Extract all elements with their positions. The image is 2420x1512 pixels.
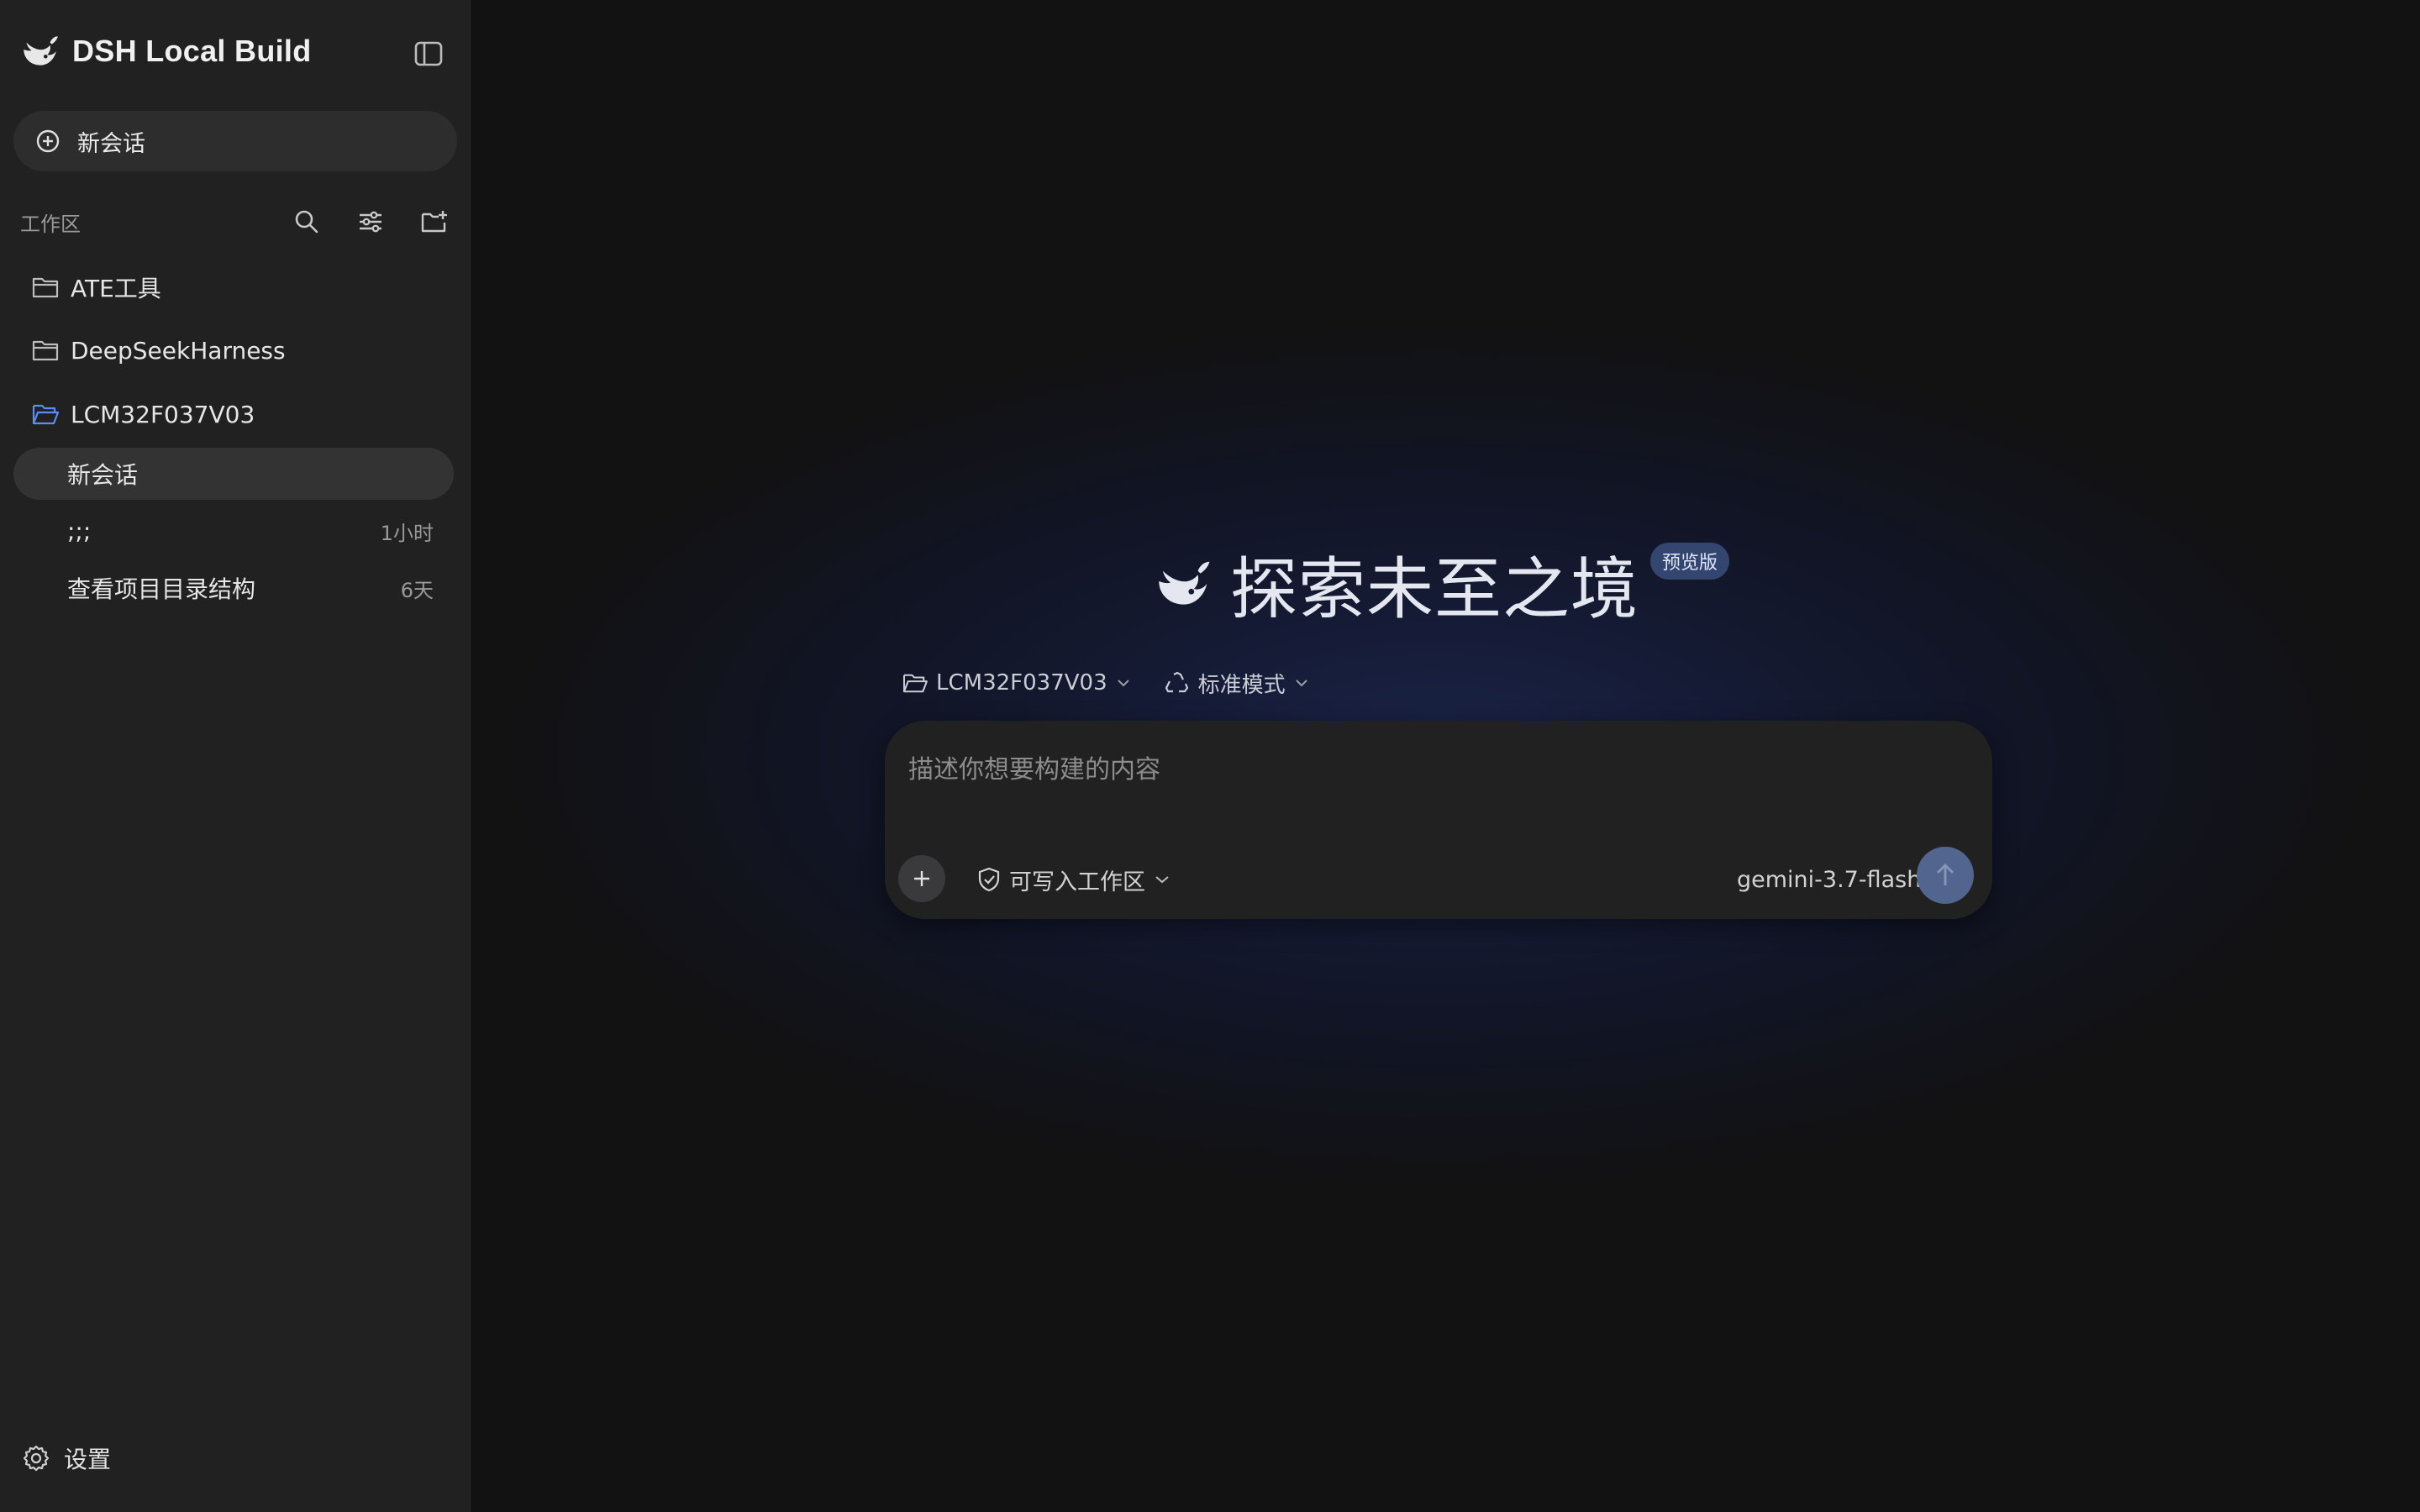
whale-logo-icon xyxy=(1159,561,1210,605)
hero: 探索未至之境 预览版 xyxy=(1151,538,1730,630)
session-item-active[interactable]: 新会话 xyxy=(13,448,454,500)
model-label: gemini-3.7-flash xyxy=(1737,866,1922,893)
new-chat-button[interactable]: 新会话 xyxy=(13,111,457,171)
brand: DSH Local Build xyxy=(18,30,312,72)
folder-name: ATE工具 xyxy=(71,275,161,302)
mode-selector-label: 标准模式 xyxy=(1197,672,1286,698)
folder-plus-icon xyxy=(421,211,447,233)
sidebar-toggle-button[interactable] xyxy=(410,37,447,71)
folder-open-icon xyxy=(902,674,928,693)
sidebar: DSH Local Build 新会话 工作区 ATE工具 DeepSeekHa… xyxy=(0,0,471,1512)
gear-icon xyxy=(23,1445,50,1472)
workspace-selector[interactable]: LCM32F037V03 xyxy=(902,670,1131,696)
workspace-selector-label: LCM32F037V03 xyxy=(936,670,1107,696)
settings-button[interactable]: 设置 xyxy=(22,1441,111,1475)
permission-selector[interactable]: 可写入工作区 xyxy=(977,862,1171,897)
workspace-toolbar xyxy=(287,205,454,239)
chevron-down-icon xyxy=(1295,680,1307,687)
folder-name: DeepSeekHarness xyxy=(71,336,286,365)
workspace-header: 工作区 xyxy=(20,205,454,239)
attach-button[interactable] xyxy=(898,855,945,902)
session-time: 6天 xyxy=(400,578,434,602)
arrow-up-icon xyxy=(1936,863,1954,885)
session-item[interactable]: ;;; 1小时 xyxy=(13,505,454,557)
session-title: ;;; xyxy=(67,517,92,545)
folder-item-lcm32f037v03[interactable]: LCM32F037V03 xyxy=(32,394,255,434)
permission-label: 可写入工作区 xyxy=(1009,869,1145,895)
send-button[interactable] xyxy=(1917,847,1974,904)
sliders-icon xyxy=(360,211,381,233)
session-title: 查看项目目录结构 xyxy=(67,575,256,603)
session-title: 新会话 xyxy=(67,461,139,489)
main-panel: 探索未至之境 预览版 LCM32F037V03 标准模式 描述你想要构建的内容 … xyxy=(471,0,2420,1512)
prompt-input[interactable] xyxy=(908,744,1967,795)
session-time: 1小时 xyxy=(380,521,434,545)
hero-title: 探索未至之境 xyxy=(1230,550,1639,628)
search-icon xyxy=(295,210,318,234)
folder-item-deepseekharness[interactable]: DeepSeekHarness xyxy=(32,330,286,370)
new-folder-button[interactable] xyxy=(415,205,454,239)
composer: 可写入工作区 gemini-3.7-flash xyxy=(885,721,1992,919)
plus-icon xyxy=(914,871,929,886)
shield-check-icon xyxy=(978,867,1000,892)
session-item[interactable]: 查看项目目录结构 6天 xyxy=(13,562,454,614)
sidebar-toggle-icon xyxy=(414,41,443,66)
whale-logo-icon xyxy=(24,36,58,66)
app-title: DSH Local Build xyxy=(72,34,312,68)
folder-icon xyxy=(32,340,59,361)
plus-circle-icon xyxy=(36,129,60,153)
workspace-label: 工作区 xyxy=(20,212,81,236)
folder-open-icon xyxy=(32,404,59,425)
app-window: DSH Local Build 新会话 工作区 ATE工具 DeepSeekHa… xyxy=(0,0,2420,1512)
folder-item-ate[interactable]: ATE工具 xyxy=(32,267,161,307)
new-chat-label: 新会话 xyxy=(77,130,145,157)
mode-selector[interactable]: 标准模式 xyxy=(1165,668,1309,699)
recycle-icon xyxy=(1165,671,1188,693)
workspace-search-button[interactable] xyxy=(287,205,326,239)
folder-name: LCM32F037V03 xyxy=(71,400,255,428)
folder-icon xyxy=(32,277,59,298)
context-chips: LCM32F037V03 标准模式 xyxy=(902,664,1309,702)
chevron-down-icon xyxy=(1117,680,1129,687)
preview-badge: 预览版 xyxy=(1650,543,1730,580)
workspace-filter-button[interactable] xyxy=(351,205,390,239)
settings-label: 设置 xyxy=(64,1446,112,1473)
chevron-down-icon xyxy=(1155,876,1169,884)
